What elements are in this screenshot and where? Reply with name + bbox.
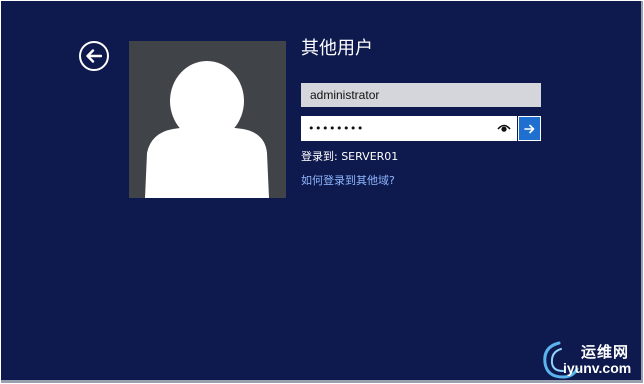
submit-button[interactable] <box>518 116 541 141</box>
password-field[interactable]: •••••••• <box>301 116 517 141</box>
other-domain-link[interactable]: 如何登录到其他域? <box>301 174 395 188</box>
user-silhouette-icon <box>145 61 269 198</box>
back-arrow-icon <box>86 49 102 63</box>
user-avatar <box>129 41 286 198</box>
watermark-cn: 运维网 <box>581 343 630 361</box>
login-screen: 其他用户 administrator •••••••• 登录到: SERVER0… <box>1 1 643 383</box>
right-arrow-icon <box>524 124 535 133</box>
back-button[interactable] <box>79 41 109 71</box>
username-field[interactable]: administrator <box>301 83 541 107</box>
signin-target-label: 登录到: SERVER01 <box>301 150 399 163</box>
watermark-logo: 运维网 iyunv.com <box>539 337 641 380</box>
page-title: 其他用户 <box>301 38 373 59</box>
eye-icon[interactable] <box>497 123 511 133</box>
password-mask: •••••••• <box>308 122 364 135</box>
watermark-en: iyunv.com <box>563 360 632 376</box>
